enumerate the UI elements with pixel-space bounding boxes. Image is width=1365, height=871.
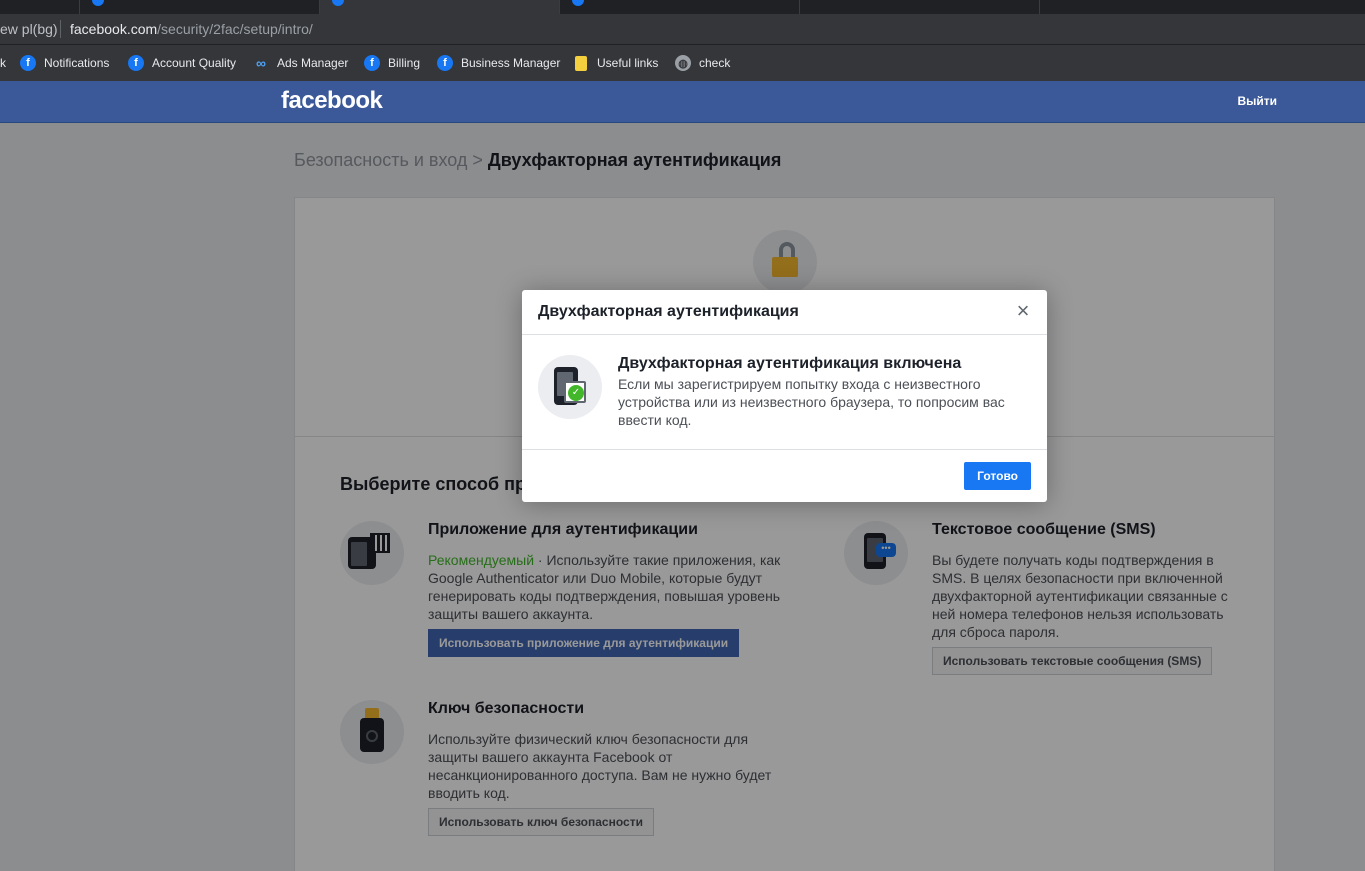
facebook-icon (92, 0, 104, 6)
facebook-logo[interactable]: facebook (281, 87, 383, 115)
folder-icon (575, 55, 587, 71)
close-icon[interactable]: × (1011, 300, 1035, 324)
meta-icon: ∞ (256, 55, 266, 71)
bookmark-label: Business Manager (461, 56, 561, 70)
facebook-icon: f (437, 55, 453, 71)
facebook-icon (332, 0, 344, 6)
facebook-header: facebook Выйти (0, 81, 1365, 123)
bookmark-useful-links[interactable]: Useful links (573, 54, 658, 72)
browser-tab[interactable] (800, 0, 1040, 14)
bookmark-label: Notifications (44, 56, 110, 70)
bookmarks-bar: k f Notifications f Account Quality ∞ Ads M… (0, 44, 1365, 81)
bookmark-account-quality[interactable]: f Account Quality (128, 54, 236, 72)
dialog-header: Двухфакторная аутентификация × (522, 290, 1047, 335)
dialog-heading: Двухфакторная аутентификация включена (618, 355, 962, 372)
bookmark-business-manager[interactable]: f Business Manager (437, 54, 560, 72)
bookmark-label: check (699, 56, 731, 70)
facebook-icon: f (128, 55, 144, 71)
bookmark-label: Ads Manager (277, 56, 349, 70)
bookmark-check[interactable]: ◍ check (675, 54, 730, 72)
bookmark-fragment[interactable]: k (0, 54, 6, 72)
logout-link[interactable]: Выйти (1237, 94, 1277, 108)
globe-icon: ◍ (675, 55, 691, 71)
browser-tab[interactable] (560, 0, 800, 14)
device-verified-icon: ✓ (538, 355, 602, 419)
bookmark-label: Billing (388, 56, 421, 70)
bookmark-label: Account Quality (152, 56, 237, 70)
url-host: facebook.com (70, 21, 158, 37)
facebook-icon: f (364, 55, 380, 71)
bookmark-notifications[interactable]: f Notifications (20, 54, 109, 72)
bookmark-ads-manager[interactable]: ∞ Ads Manager (253, 54, 348, 72)
bookmark-fragment-label: k (0, 56, 6, 70)
facebook-icon (572, 0, 584, 6)
url-path: /security/2fac/setup/intro/ (157, 21, 313, 37)
url-text[interactable]: facebook.com/security/2fac/setup/intro/ (70, 21, 313, 37)
dialog-body: ✓ Двухфакторная аутентификация включена … (522, 335, 1047, 449)
browser-tab[interactable] (80, 0, 320, 14)
browser-tabstrip (0, 0, 1365, 14)
facebook-icon: f (20, 55, 36, 71)
two-factor-enabled-dialog: Двухфакторная аутентификация × ✓ Двухфак… (522, 290, 1047, 502)
browser-tab-active[interactable] (320, 0, 560, 14)
dialog-text: Если мы зарегистрируем попытку входа с н… (618, 376, 1005, 428)
bookmark-billing[interactable]: f Billing (364, 54, 420, 72)
done-button[interactable]: Готово (964, 462, 1031, 490)
address-bar-divider (60, 20, 61, 38)
browser-tab[interactable] (0, 0, 80, 14)
address-bar-fragment: ew pl(bg) (0, 21, 58, 37)
dialog-footer: Готово (522, 449, 1047, 502)
dialog-title: Двухфакторная аутентификация (538, 303, 799, 320)
bookmark-label: Useful links (597, 56, 659, 70)
address-bar[interactable]: ew pl(bg) facebook.com/security/2fac/set… (0, 14, 1365, 44)
check-icon: ✓ (568, 385, 584, 401)
